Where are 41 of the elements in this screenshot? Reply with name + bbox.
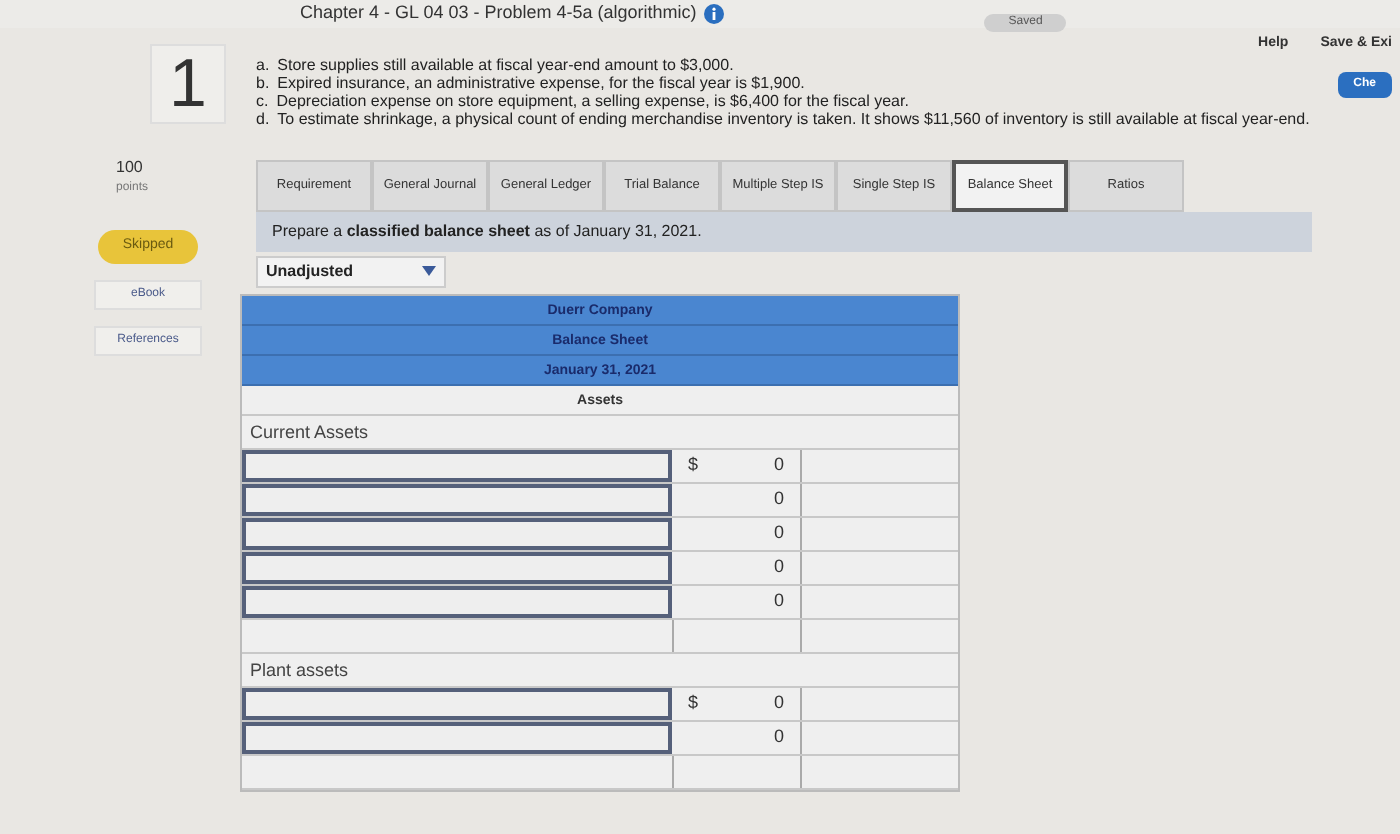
amount-cell[interactable]: 0 [672, 721, 802, 753]
dollar-sign: $ [688, 689, 699, 716]
amount-value: 0 [773, 519, 784, 546]
dollar-sign: $ [688, 451, 699, 478]
amount-cell[interactable]: 0 [672, 551, 802, 583]
account-input-field[interactable] [242, 721, 672, 753]
account-input-field[interactable] [242, 585, 672, 617]
amount-value: 0 [773, 451, 784, 478]
section-label: Current Assets [248, 419, 369, 445]
account-input-field[interactable] [242, 483, 672, 515]
item-letter: c. [256, 91, 269, 109]
dropdown[interactable]: Unadjusted [256, 255, 446, 287]
info-icon[interactable] [704, 4, 725, 24]
caret-icon [422, 266, 436, 276]
amount-cell[interactable]: $ 0 [672, 687, 802, 719]
account-input-field[interactable] [242, 517, 672, 549]
amount-value: 0 [773, 689, 784, 716]
amount-value: 0 [773, 723, 784, 750]
points-value: 100 [116, 156, 145, 180]
section-label: Plant assets [248, 657, 349, 683]
item-text: To estimate shrinkage, a physical count of ending merchandise inventory is taken. It shows $11,560 of inventory is still available at fiscal year-end. [277, 109, 1312, 127]
account-input-field[interactable] [242, 551, 672, 583]
amount-cell[interactable]: 0 [672, 517, 802, 549]
item-letter: b. [256, 73, 270, 91]
account-input-field[interactable] [242, 449, 672, 481]
account-input-field[interactable] [242, 687, 672, 719]
amount-value: 0 [773, 587, 784, 614]
amount-cell[interactable]: 0 [672, 585, 802, 617]
instruction-text: Prepare a classified balance sheet as of January 31, 2021. [272, 219, 702, 243]
amount-cell[interactable]: $ 0 [672, 449, 802, 481]
amount-cell [672, 755, 802, 787]
question-number-card: 1 [150, 44, 226, 124]
problem-title: Chapter 4 - GL 04 03 - Problem 4-5a (algorithmic) [300, 0, 697, 27]
amount-cell[interactable]: 0 [672, 483, 802, 515]
amount-value: 0 [773, 485, 784, 512]
item-text: Store supplies still available at fiscal year-end amount to $3,000. [277, 55, 736, 73]
item-letter: a. [256, 55, 270, 73]
amount-cell [672, 619, 802, 651]
item-letter: d. [256, 109, 270, 127]
amount-value: 0 [773, 553, 784, 580]
item-text: Depreciation expense on store equipment, a selling expense, is $6,400 for the fiscal year. [276, 91, 909, 109]
